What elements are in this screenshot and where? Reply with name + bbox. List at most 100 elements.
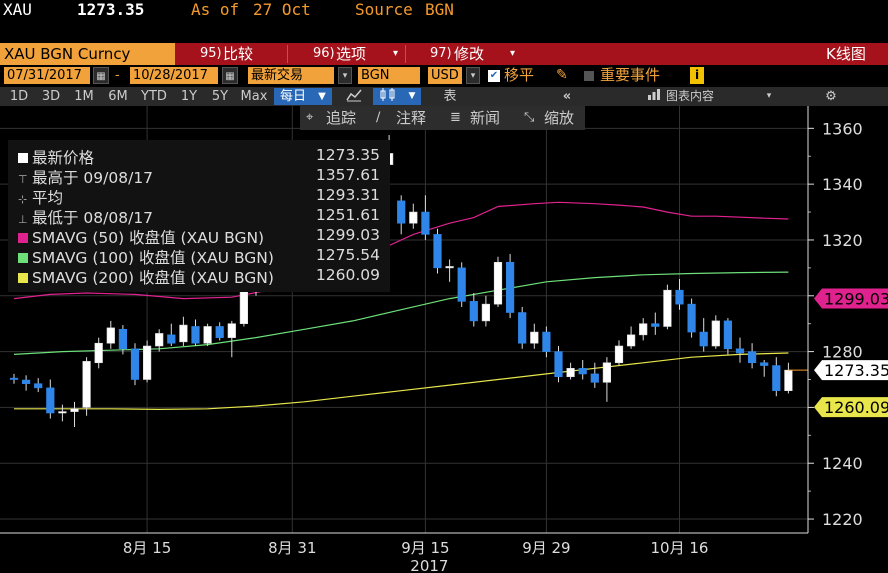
chevron-down-icon[interactable]: ▾ xyxy=(510,43,515,65)
chart-legend: 最新价格 1273.35 ⊤ 最高于 09/08/17 1357.61 ⊹ 平均 1… xyxy=(8,140,390,292)
timeframe-ytd[interactable]: YTD xyxy=(138,88,170,105)
date-dash: - xyxy=(115,68,120,83)
timeframe-5y[interactable]: 5Y xyxy=(207,88,233,105)
candle xyxy=(578,359,587,380)
field-select[interactable]: 最新交易 xyxy=(248,67,334,84)
candle-body-down xyxy=(675,289,684,305)
candle-body-down xyxy=(651,323,660,327)
candle-body-down xyxy=(130,348,140,380)
candle xyxy=(215,322,224,341)
candle-body-down xyxy=(542,331,551,352)
chevron-down-icon[interactable]: ▾ xyxy=(393,43,398,65)
candle-body-down xyxy=(118,328,127,350)
calendar-icon[interactable]: ▦ xyxy=(93,67,109,84)
price-tag-sma50: 1299.03 xyxy=(814,288,888,309)
news-button[interactable]: 新闻 xyxy=(470,106,500,130)
x-year-label: 2017 xyxy=(410,557,448,573)
legend-sma50-value: 1299.03 xyxy=(315,226,380,244)
candle xyxy=(687,298,696,338)
chart-content-icon xyxy=(645,88,663,105)
legend-avg[interactable]: ⊹ 平均 1293.31 xyxy=(8,186,390,207)
currency-select[interactable]: USD xyxy=(428,67,462,84)
timeframe-toolbar: 1D 3D 1M 6M YTD 1Y 5Y Max 每日 ▼ ▼ 表 « 图表内… xyxy=(0,87,888,106)
period-select[interactable]: 每日 xyxy=(274,88,312,105)
chevron-down-icon[interactable]: ▼ xyxy=(403,88,421,105)
legend-sma200-value: 1260.09 xyxy=(315,266,380,284)
timeframe-1d[interactable]: 1D xyxy=(6,88,32,105)
start-date-field[interactable]: 07/31/2017 xyxy=(4,67,90,84)
source-select[interactable]: BGN xyxy=(358,67,420,84)
candle-body-down xyxy=(9,377,19,380)
end-date-field[interactable]: 10/28/2017 xyxy=(130,67,218,84)
candle xyxy=(203,323,212,347)
candle-body-up xyxy=(445,266,454,269)
chevron-down-icon[interactable]: ▼ xyxy=(312,88,332,105)
news-icon[interactable]: ≣ xyxy=(450,106,461,130)
price-tag-last: 1273.35 xyxy=(814,360,888,381)
legend-low[interactable]: ⊥ 最低于 08/08/17 1251.61 xyxy=(8,206,390,227)
candlestick-icon[interactable] xyxy=(373,88,403,105)
timeframe-1y[interactable]: 1Y xyxy=(176,88,202,105)
candle xyxy=(143,340,152,383)
timeframe-1m[interactable]: 1M xyxy=(70,88,98,105)
candle xyxy=(735,337,745,363)
candle xyxy=(445,259,454,282)
pencil-icon[interactable]: ✎ xyxy=(556,67,568,84)
candle-body-down xyxy=(518,312,527,344)
options-num: 96) xyxy=(313,46,335,61)
legend-last-value: 1273.35 xyxy=(315,146,380,164)
legend-sma200[interactable]: SMAVG (200) 收盘值 (XAU BGN) 1260.09 xyxy=(8,266,390,287)
timeframe-6m[interactable]: 6M xyxy=(104,88,132,105)
legend-high[interactable]: ⊤ 最高于 09/08/17 1357.61 xyxy=(8,166,390,187)
chevron-down-icon[interactable]: ▾ xyxy=(764,88,774,105)
timeframe-3d[interactable]: 3D xyxy=(38,88,64,105)
candle xyxy=(639,318,648,341)
candle xyxy=(191,319,200,347)
legend-sma100-value: 1275.54 xyxy=(315,246,380,264)
chevron-down-icon[interactable]: ▾ xyxy=(338,67,352,84)
legend-last[interactable]: 最新价格 1273.35 xyxy=(8,146,390,167)
legend-sma100[interactable]: SMAVG (100) 收盘值 (XAU BGN) 1275.54 xyxy=(8,246,390,267)
legend-sma200-label: SMAVG (200) 收盘值 (XAU BGN) xyxy=(32,269,274,287)
crosshair-icon[interactable]: ⌖ xyxy=(306,106,313,130)
candle xyxy=(106,320,115,349)
security-field[interactable]: XAU BGN Curncy xyxy=(0,43,175,65)
legend-sma50[interactable]: SMAVG (50) 收盘值 (XAU BGN) 1299.03 xyxy=(8,226,390,247)
candle-body-up xyxy=(663,289,672,327)
y-tick-label: 1280 xyxy=(822,343,863,362)
annotation-toolbar: ⌖ 追踪 ∕ 注释 ≣ 新闻 ⤡ 缩放 xyxy=(300,106,585,130)
info-icon[interactable]: i xyxy=(690,67,704,84)
candle-body-down xyxy=(46,387,55,414)
table-button[interactable]: 表 xyxy=(438,88,462,105)
y-tick-label: 1240 xyxy=(822,454,863,473)
candle-body-up xyxy=(203,326,212,344)
zoom-button[interactable]: 缩放 xyxy=(544,106,574,130)
move-checkbox[interactable]: ✔ xyxy=(488,70,500,82)
compare-menu[interactable]: 比较 xyxy=(223,43,253,65)
timeframe-max[interactable]: Max xyxy=(238,88,270,105)
track-button[interactable]: 追踪 xyxy=(326,106,356,130)
spacer xyxy=(0,22,888,43)
zoom-icon[interactable]: ⤡ xyxy=(524,106,534,130)
line-chart-icon[interactable] xyxy=(342,88,366,105)
y-tick-label: 1360 xyxy=(822,119,863,138)
calendar-icon[interactable]: ▦ xyxy=(222,67,238,84)
candle-body-down xyxy=(760,362,769,366)
events-checkbox[interactable] xyxy=(584,71,594,81)
gear-icon[interactable]: ⚙ xyxy=(822,88,840,105)
candle-body-down xyxy=(699,331,708,347)
annotate-button[interactable]: 注释 xyxy=(396,106,426,130)
candle xyxy=(397,195,406,235)
chart-content-label[interactable]: 图表内容 xyxy=(666,88,746,105)
candle-body-down xyxy=(421,211,430,235)
options-menu[interactable]: 选项 xyxy=(336,43,366,65)
collapse-left-icon[interactable]: « xyxy=(555,88,579,105)
x-tick-label: 9月 15 xyxy=(401,539,449,557)
candle-body-down xyxy=(772,365,781,391)
chevron-down-icon[interactable]: ▾ xyxy=(466,67,480,84)
candle xyxy=(505,253,515,319)
edit-menu[interactable]: 修改 xyxy=(454,43,484,65)
annotate-icon[interactable]: ∕ xyxy=(376,106,380,130)
candle xyxy=(21,375,31,391)
events-label: 重要事件 xyxy=(600,66,661,84)
